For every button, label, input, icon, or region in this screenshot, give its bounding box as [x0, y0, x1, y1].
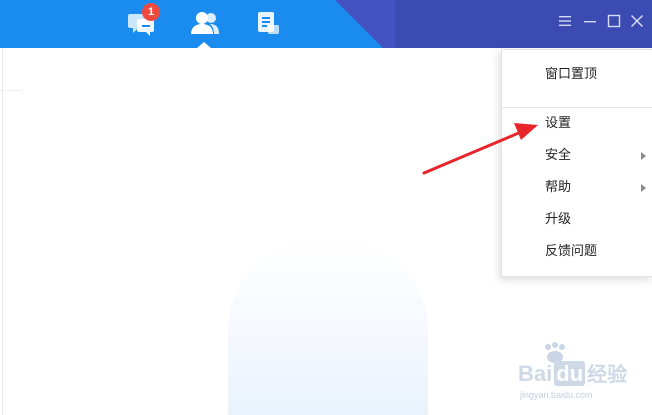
watermark-brand-du: du	[554, 361, 586, 386]
watermark-brand-cn: 经验	[587, 364, 628, 386]
watermark-brand-bai: Bai	[518, 361, 553, 386]
watermark-url: jingyan.baidu.com	[520, 390, 593, 400]
